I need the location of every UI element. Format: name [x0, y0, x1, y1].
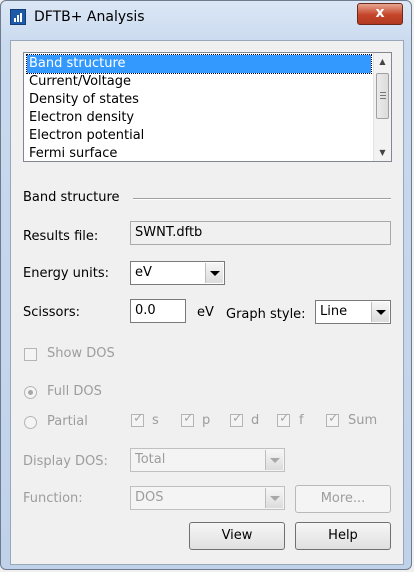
analysis-listbox[interactable]: Band structure Current/Voltage Density o…	[23, 52, 392, 162]
graph-style-label: Graph style:	[226, 307, 306, 322]
energy-units-label: Energy units:	[23, 266, 109, 281]
window-title: DFTB+ Analysis	[34, 9, 145, 25]
chevron-down-icon[interactable]	[205, 263, 223, 283]
partial-label: Partial	[47, 414, 88, 429]
scissors-label: Scissors:	[23, 305, 81, 320]
scroll-down-arrow-icon[interactable]: ▼	[374, 144, 391, 161]
list-item-fermi-surface[interactable]: Fermi surface	[27, 145, 371, 161]
dialog-body: Band structure Current/Voltage Density o…	[10, 40, 404, 565]
close-icon: x	[375, 5, 385, 21]
dftb-analysis-window: DFTB+ Analysis x Band structure Current/…	[0, 0, 412, 570]
orbital-s-checkbox[interactable]: ✓	[131, 411, 144, 427]
orbital-f-label: f	[299, 413, 304, 428]
function-label: Function:	[23, 491, 83, 506]
title-bar[interactable]: DFTB+ Analysis x	[1, 1, 411, 31]
section-title: Band structure	[23, 190, 120, 205]
more-button[interactable]: More...	[295, 485, 391, 513]
orbital-s-label: s	[152, 413, 159, 428]
list-item-electron-density[interactable]: Electron density	[27, 109, 371, 127]
orbital-sum-label: Sum	[348, 413, 378, 428]
scroll-up-arrow-icon[interactable]: ▲	[374, 53, 391, 70]
orbital-sum-checkbox[interactable]: ✓	[326, 411, 339, 427]
chevron-down-icon[interactable]	[265, 488, 283, 508]
orbital-p-label: p	[202, 413, 211, 428]
energy-units-select[interactable]: eV	[130, 261, 225, 285]
graph-style-value: Line	[320, 304, 348, 319]
display-dos-label: Display DOS:	[23, 454, 108, 469]
list-item-band-structure[interactable]: Band structure	[26, 54, 372, 74]
function-value: DOS	[135, 490, 164, 505]
close-button[interactable]: x	[357, 3, 403, 25]
graph-style-select[interactable]: Line	[315, 300, 391, 324]
show-dos-checkbox[interactable]	[24, 348, 37, 361]
list-item-current-voltage[interactable]: Current/Voltage	[27, 73, 371, 91]
partial-radio[interactable]	[24, 416, 37, 429]
list-item-electron-potential[interactable]: Electron potential	[27, 127, 371, 145]
orbital-d-label: d	[251, 413, 260, 428]
app-icon	[10, 9, 26, 25]
display-dos-value: Total	[135, 452, 166, 467]
orbital-p-checkbox[interactable]: ✓	[181, 411, 194, 427]
listbox-scrollbar[interactable]: ▲ ▼	[373, 53, 391, 161]
scrollbar-thumb[interactable]	[376, 73, 389, 119]
list-item-density-of-states[interactable]: Density of states	[27, 91, 371, 109]
display-dos-select[interactable]: Total	[130, 448, 285, 472]
scissors-unit: eV	[197, 305, 214, 320]
energy-units-value: eV	[135, 265, 152, 280]
chevron-down-icon[interactable]	[371, 302, 389, 322]
results-file-field[interactable]: SWNT.dftb	[130, 221, 391, 245]
view-button[interactable]: View	[189, 522, 285, 550]
orbital-f-checkbox[interactable]: ✓	[277, 411, 290, 427]
show-dos-label: Show DOS	[47, 346, 115, 361]
full-dos-radio[interactable]	[24, 386, 37, 399]
chevron-down-icon[interactable]	[265, 450, 283, 470]
scissors-input[interactable]: 0.0	[130, 299, 186, 323]
section-divider	[133, 198, 391, 200]
results-file-label: Results file:	[23, 229, 99, 244]
orbital-d-checkbox[interactable]: ✓	[230, 411, 243, 427]
function-select[interactable]: DOS	[130, 486, 285, 510]
help-button[interactable]: Help	[295, 522, 391, 550]
full-dos-label: Full DOS	[47, 384, 102, 399]
